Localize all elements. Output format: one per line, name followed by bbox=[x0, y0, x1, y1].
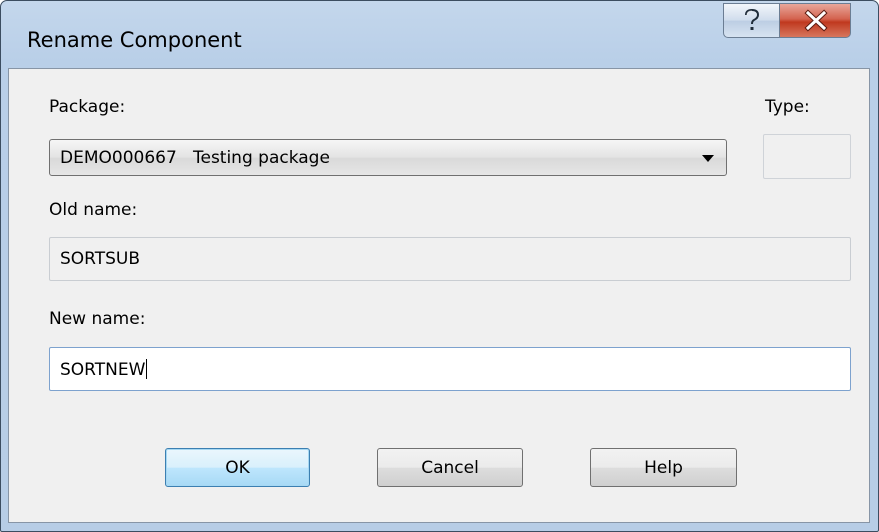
close-x-icon bbox=[804, 9, 828, 32]
new-name-label: New name: bbox=[49, 309, 146, 329]
ok-button[interactable]: OK bbox=[165, 448, 310, 487]
cancel-button[interactable]: Cancel bbox=[377, 448, 523, 487]
package-label: Package: bbox=[49, 97, 126, 117]
old-name-field: SORTSUB bbox=[49, 237, 851, 281]
new-name-input[interactable]: SORTNEW bbox=[49, 347, 851, 391]
titlebar-help-button[interactable] bbox=[723, 3, 780, 38]
old-name-label: Old name: bbox=[49, 200, 138, 220]
old-name-value: SORTSUB bbox=[60, 249, 141, 269]
dialog-title: Rename Component bbox=[27, 28, 242, 52]
new-name-input-content: SORTNEW bbox=[60, 359, 148, 380]
dropdown-arrow-icon bbox=[702, 155, 714, 162]
title-bar[interactable]: Rename Component bbox=[1, 1, 878, 77]
rename-component-dialog: Rename Component Package: Type: DEMO0006… bbox=[0, 0, 879, 532]
help-button[interactable]: Help bbox=[590, 448, 737, 487]
package-dropdown[interactable]: DEMO000667 Testing package bbox=[49, 139, 727, 176]
type-field bbox=[763, 134, 851, 179]
question-mark-icon bbox=[745, 8, 760, 30]
type-label: Type: bbox=[765, 97, 810, 117]
text-cursor bbox=[146, 359, 148, 379]
titlebar-close-button[interactable] bbox=[779, 3, 851, 38]
package-dropdown-value: DEMO000667 Testing package bbox=[60, 148, 330, 168]
new-name-value: SORTNEW bbox=[60, 360, 146, 380]
